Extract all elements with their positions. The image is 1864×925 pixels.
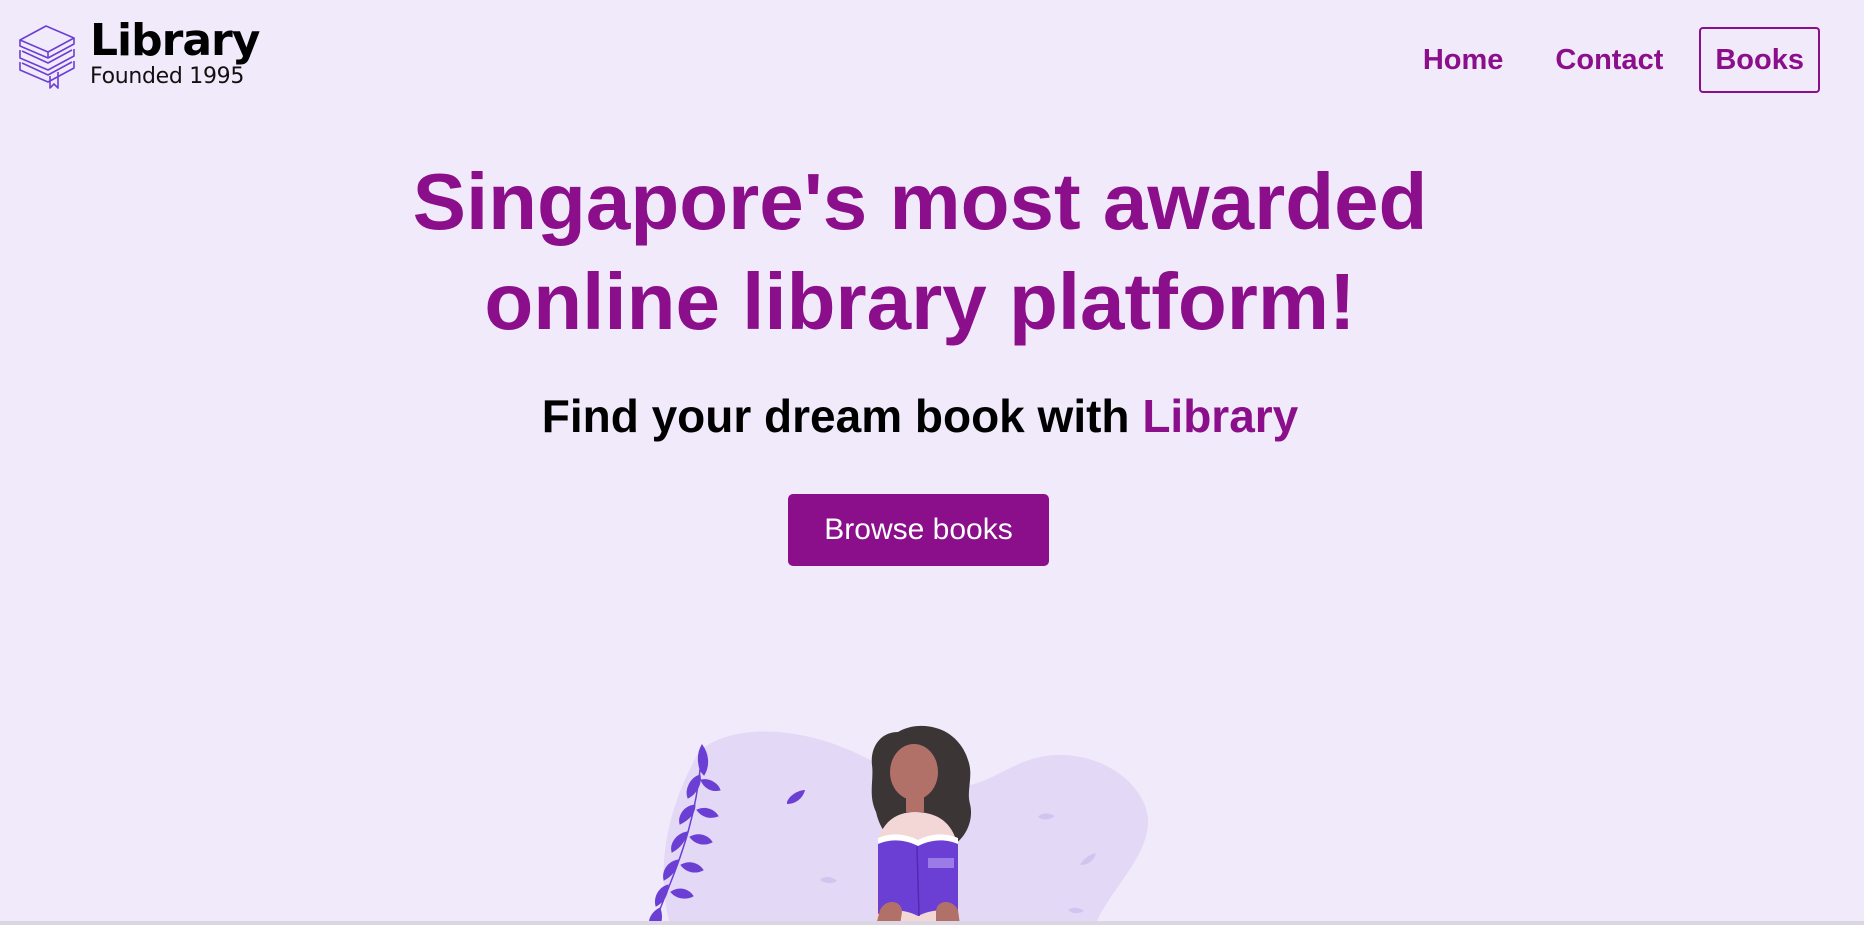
reading-woman-illustration <box>649 725 1149 925</box>
nav-links: Home Contact Books <box>1387 27 1820 93</box>
hero-title-line-2: online library platform! <box>484 257 1356 346</box>
reading-woman <box>871 725 972 925</box>
nav-link-home[interactable]: Home <box>1407 27 1520 93</box>
hero-subtitle-brand: Library <box>1142 390 1299 442</box>
brand-name: Library <box>90 15 260 66</box>
page: Library Founded 1995 Home Contact Books … <box>0 0 1864 925</box>
hero-title: Singapore's most awarded online library … <box>0 152 1840 352</box>
hero-title-line-1: Singapore's most awarded <box>412 157 1428 246</box>
nav-link-contact[interactable]: Contact <box>1539 27 1679 93</box>
hero-subtitle-prefix: Find your dream book with <box>541 390 1143 442</box>
hero-subtitle: Find your dream book with Library <box>0 386 1840 446</box>
nav-link-books[interactable]: Books <box>1699 27 1820 93</box>
books-stack-icon <box>19 25 75 89</box>
logo-link[interactable]: Library Founded 1995 <box>16 15 260 92</box>
bottom-border <box>0 921 1864 925</box>
brand-tagline: Founded 1995 <box>90 64 245 89</box>
top-nav: Library Founded 1995 Home Contact Books <box>0 0 1864 120</box>
browse-books-button[interactable]: Browse books <box>788 494 1049 566</box>
